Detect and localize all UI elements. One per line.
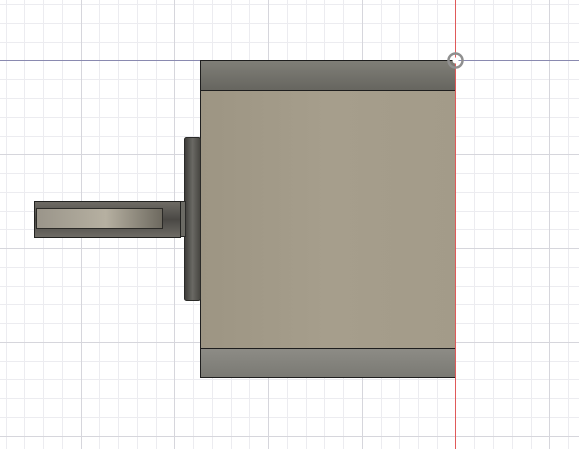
3d-viewport[interactable] [0, 0, 579, 449]
motor-bottom-plate[interactable] [200, 348, 456, 378]
motor-flange[interactable] [184, 137, 201, 301]
viewport-canvas[interactable] [0, 0, 579, 449]
motor-body[interactable] [200, 90, 456, 349]
motor-shaft-flat[interactable] [36, 208, 163, 229]
motor-top-plate[interactable] [200, 60, 456, 91]
stepper-motor-model[interactable] [34, 60, 456, 378]
